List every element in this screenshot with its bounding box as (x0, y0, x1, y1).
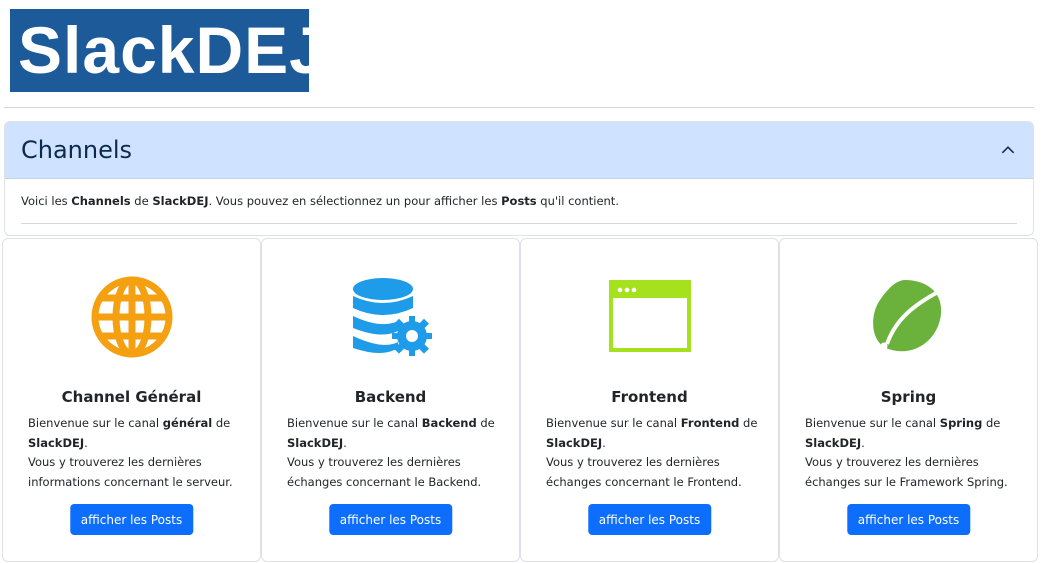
card-text: Bienvenue sur le canal Spring de SlackDEJ… (805, 416, 1008, 489)
channel-card-spring: Spring Bienvenue sur le canal Spring de S… (779, 238, 1038, 562)
accordion-title: Channels (21, 136, 133, 164)
show-posts-button-frontend[interactable]: afficher les Posts (587, 504, 712, 535)
card-text: Bienvenue sur le canal général de SlackDE… (28, 416, 233, 489)
browser-window-icon (608, 280, 691, 352)
database-gear-icon (352, 278, 432, 356)
show-posts-button-backend[interactable]: afficher les Posts (328, 504, 453, 535)
spring-leaf-icon (872, 280, 941, 352)
logo: SlackDEJ (10, 9, 326, 92)
show-posts-button-general[interactable]: afficher les Posts (69, 504, 194, 535)
card-title: Frontend (611, 388, 688, 406)
card-title: Spring (880, 388, 937, 406)
channel-card-general: Channel Général Bienvenue sur le canal g… (2, 238, 261, 562)
card-title: Channel Général (61, 388, 202, 406)
header-divider (4, 107, 1034, 108)
channel-cards: Channel Général Bienvenue sur le canal g… (2, 238, 1038, 562)
chevron-up-icon[interactable] (999, 141, 1017, 159)
card-title: Backend (354, 388, 427, 406)
accordion-header[interactable]: Channels (5, 122, 1033, 179)
channel-card-frontend: Frontend Bienvenue sur le canal Frontend… (520, 238, 779, 562)
globe-icon (91, 276, 172, 358)
card-text: Bienvenue sur le canal Frontend de SlackD… (546, 416, 758, 489)
channel-card-backend: Backend Bienvenue sur le canal Backend d… (261, 238, 520, 562)
channels-accordion: Channels Voici les Channels de SlackDEJ.… (4, 121, 1034, 236)
card-text: Bienvenue sur le canal Backend de SlackDE… (287, 416, 495, 489)
accordion-divider (21, 223, 1017, 224)
show-posts-button-spring[interactable]: afficher les Posts (846, 504, 971, 535)
accordion-intro: Voici les Channels de SlackDEJ. Vous pou… (21, 194, 619, 208)
